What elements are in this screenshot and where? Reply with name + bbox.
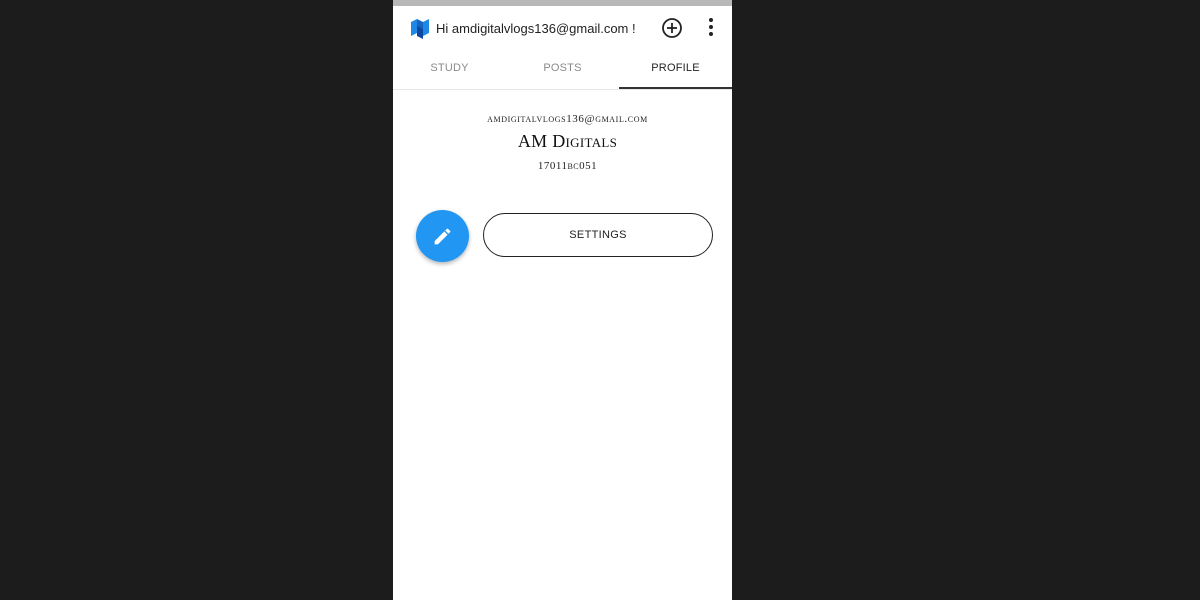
tab-bar: STUDY POSTS PROFILE <box>393 50 732 90</box>
profile-id: 17011BC051 <box>537 160 598 172</box>
app-bar: Hi amdigitalvlogs136@gmail.com ! <box>393 6 732 50</box>
tab-profile[interactable]: PROFILE <box>619 50 732 89</box>
profile-email: amdigitalvlogs136@gmail.com <box>487 113 648 125</box>
greeting-text: Hi amdigitalvlogs136@gmail.com ! <box>436 21 636 36</box>
add-button[interactable] <box>661 17 683 39</box>
plus-circle-icon <box>662 18 682 38</box>
profile-name: AM Digitals <box>517 131 618 151</box>
edit-profile-button[interactable] <box>416 210 469 262</box>
more-options-button[interactable] <box>701 17 721 39</box>
app-logo-icon <box>410 18 430 40</box>
settings-button[interactable]: SETTINGS <box>483 213 713 257</box>
phone-screen: Hi amdigitalvlogs136@gmail.com ! STUDY P… <box>393 0 732 600</box>
more-vertical-icon <box>709 18 713 36</box>
tab-posts[interactable]: POSTS <box>506 50 619 89</box>
tab-study[interactable]: STUDY <box>393 50 506 89</box>
pencil-icon <box>434 228 451 245</box>
